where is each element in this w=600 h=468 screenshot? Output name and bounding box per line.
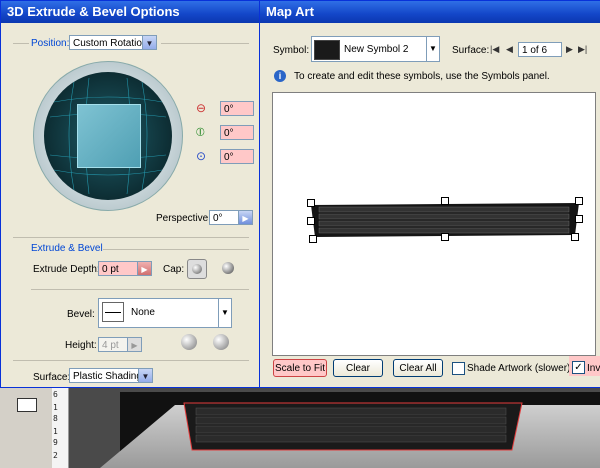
selection-handle[interactable] [441,233,449,241]
extrude-bevel-dialog: 3D Extrude & Bevel Options Position: Cus… [0,0,261,388]
extrude-section-label: Extrude & Bevel [31,243,103,254]
extrude-depth-label: Extrude Depth: [33,264,100,275]
selection-handle[interactable] [309,235,317,243]
bevel-label: Bevel: [67,309,95,320]
vertical-ruler: 6 1 8 1 9 2 [52,387,69,468]
chevron-down-icon: ▼ [138,369,152,382]
perspective-field[interactable]: 0° ▶ [209,210,253,225]
perspective-value: 0° [213,213,223,224]
ruler-number: 8 [53,414,58,423]
position-value: Custom Rotation [73,38,148,49]
bevel-select[interactable]: None ▼ [98,298,232,328]
height-value: 4 pt [102,340,119,351]
screen-mode-icon[interactable] [17,398,37,412]
ruler-number: 9 [53,438,58,447]
keyboard-symbol-icon [314,40,340,60]
surface-value: Plastic Shading [73,371,142,382]
selection-handle[interactable] [441,197,449,205]
surface-number-value: 1 of 6 [522,45,548,56]
chevron-right-icon: ▶ [238,211,252,224]
mapped-keyboard-artwork[interactable] [311,203,579,237]
x-rotation-field[interactable]: 0° [220,101,254,116]
cap-on-icon [192,264,202,274]
position-select[interactable]: Custom Rotation ▼ [69,35,157,50]
ruler-number: 6 [53,390,58,399]
previous-surface-icon[interactable]: ◀ [506,44,513,55]
surface-select[interactable]: Plastic Shading ▼ [69,368,153,383]
selection-handle[interactable] [571,233,579,241]
last-surface-icon[interactable]: ▶| [578,44,587,55]
shade-artwork-label: Shade Artwork (slower) [467,363,571,374]
info-icon: i [274,70,286,82]
dialog-title: Map Art [260,1,600,23]
ruler-number: 1 [53,427,58,436]
info-text: To create and edit these symbols, use th… [294,71,550,82]
selection-handle[interactable] [575,197,583,205]
surface-label: Surface: [452,45,490,56]
first-surface-icon[interactable]: |◀ [490,44,499,55]
cap-label: Cap: [163,264,185,275]
dialog-title: 3D Extrude & Bevel Options [1,1,260,23]
scale-to-fit-button[interactable]: Scale to Fit [273,359,327,377]
bevel-inside-icon[interactable] [213,334,229,350]
y-rotation-value: 0° [224,128,234,139]
trackball-cube [77,104,141,168]
position-label: Position: [31,38,70,49]
bevel-value: None [131,307,155,318]
bevel-preview-icon [102,302,124,322]
z-rotation-icon: ⊙ [196,149,207,163]
rotation-trackball[interactable] [33,61,183,211]
clear-button[interactable]: Clear [333,359,383,377]
ruler-number: 1 [53,403,58,412]
cap-off-icon[interactable] [222,262,234,274]
surface-label: Surface: [33,372,71,383]
height-label: Height: [65,340,97,351]
chevron-down-icon: ▼ [218,299,231,327]
z-rotation-value: 0° [224,152,234,163]
height-field[interactable]: 4 pt ▶ [98,337,142,352]
extrude-depth-value: 0 pt [102,264,119,275]
invisible-geometry-label: Inv [587,363,600,374]
chevron-right-icon: ▶ [127,338,141,351]
ruler-number: 2 [53,451,58,460]
y-rotation-icon: ⦶ [196,125,205,139]
shade-artwork-checkbox[interactable] [452,362,465,375]
cap-on-button[interactable] [187,259,207,279]
symbol-value: New Symbol 2 [344,44,409,55]
surface-number-field[interactable]: 1 of 6 [518,42,562,57]
trackball-view [44,72,172,200]
surface-preview[interactable] [272,92,596,356]
perspective-label: Perspective: [156,213,212,224]
y-rotation-field[interactable]: 0° [220,125,254,140]
clear-all-button[interactable]: Clear All [393,359,443,377]
chevron-right-icon: ▶ [137,262,151,275]
chevron-down-icon: ▼ [426,37,439,61]
selection-handle[interactable] [575,215,583,223]
bevel-outside-icon[interactable] [181,334,197,350]
x-rotation-icon: ⊖ [196,101,207,115]
keyboard-artwork[interactable] [178,400,528,452]
symbol-label: Symbol: [273,45,310,56]
x-rotation-value: 0° [224,104,234,115]
invisible-geometry-checkbox[interactable]: ✓ [572,361,585,374]
selection-handle[interactable] [307,217,315,225]
extrude-depth-field[interactable]: 0 pt ▶ [98,261,152,276]
selection-handle[interactable] [307,199,315,207]
next-surface-icon[interactable]: ▶ [566,44,573,55]
symbol-select[interactable]: New Symbol 2 ▼ [311,36,440,62]
z-rotation-field[interactable]: 0° [220,149,254,164]
chevron-down-icon: ▼ [142,36,156,49]
